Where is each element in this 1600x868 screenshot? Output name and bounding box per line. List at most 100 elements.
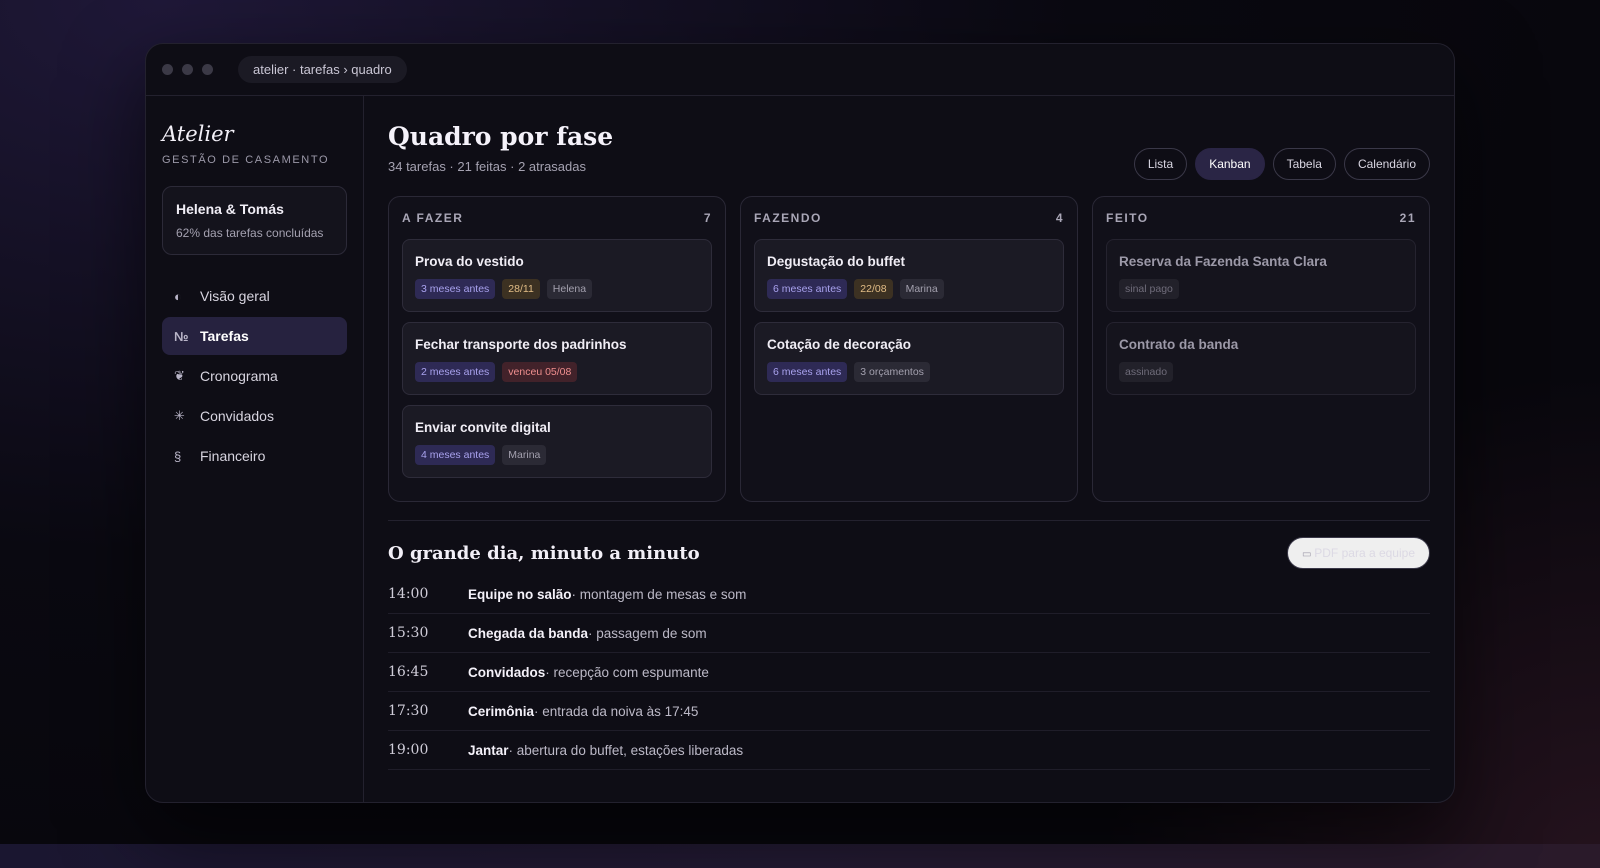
assignee-tag: Helena bbox=[546, 279, 593, 299]
pdf-export-button[interactable]: ▭ PDF para a equipe bbox=[1287, 537, 1430, 569]
task-card[interactable]: Cotação de decoração 6 meses antes 3 orç… bbox=[754, 322, 1064, 395]
column-header: FEITO 21 bbox=[1106, 211, 1416, 225]
sidebar-item-label: Financeiro bbox=[200, 448, 266, 464]
schedule-list: 14:00 Equipe no salão · montagem de mesa… bbox=[388, 575, 1430, 770]
schedule-title: O grande dia, minuto a minuto bbox=[388, 542, 700, 564]
section-divider bbox=[388, 520, 1430, 521]
numero-icon: № bbox=[174, 328, 189, 344]
column-title: FEITO bbox=[1106, 211, 1149, 225]
main-content: Quadro por fase 34 tarefas · 21 feitas ·… bbox=[364, 96, 1454, 802]
event-title: Equipe no salão bbox=[468, 586, 572, 602]
event-description: · abertura do buffet, estações liberadas bbox=[508, 742, 744, 758]
event-title: Cerimônia bbox=[468, 703, 535, 719]
bottom-strip bbox=[0, 844, 1600, 868]
column-count: 7 bbox=[703, 211, 712, 225]
task-card[interactable]: Prova do vestido 3 meses antes 28/11 Hel… bbox=[402, 239, 712, 312]
task-card[interactable]: Degustação do buffet 6 meses antes 22/08… bbox=[754, 239, 1064, 312]
task-card[interactable]: Enviar convite digital 4 meses antes Mar… bbox=[402, 405, 712, 478]
floral-heart-icon: ❦ bbox=[174, 368, 185, 383]
sidebar-item-cronograma[interactable]: ❦ Cronograma bbox=[162, 357, 347, 395]
event-time: 15:30 bbox=[388, 625, 429, 641]
couple-name: Helena & Tomás bbox=[176, 201, 284, 217]
event-description: · passagem de som bbox=[588, 625, 707, 641]
view-switcher: Lista Kanban Tabela Calendário bbox=[1133, 148, 1430, 180]
schedule-row: 15:30 Chegada da banda · passagem de som bbox=[388, 614, 1430, 653]
task-title: Prova do vestido bbox=[415, 254, 524, 269]
sidebar-item-label: Tarefas bbox=[200, 328, 249, 344]
schedule-row: 16:45 Convidados · recepção com espumant… bbox=[388, 653, 1430, 692]
deadline-tag: 4 meses antes bbox=[415, 445, 496, 465]
status-tag: sinal pago bbox=[1119, 279, 1179, 299]
event-time: 17:30 bbox=[388, 703, 429, 719]
half-circle-icon: ◐ bbox=[174, 288, 182, 304]
task-title: Reserva da Fazenda Santa Clara bbox=[1119, 254, 1327, 269]
overdue-tag: venceu 05/08 bbox=[502, 362, 578, 382]
column-count: 4 bbox=[1055, 211, 1064, 225]
event-title: Jantar bbox=[468, 742, 509, 758]
section-sign-icon: § bbox=[174, 448, 182, 464]
column-title: FAZENDO bbox=[754, 211, 822, 225]
sidebar-item-visao-geral[interactable]: ◐ Visão geral bbox=[162, 277, 347, 315]
document-icon: ▭ bbox=[1302, 549, 1315, 560]
task-title: Contrato da banda bbox=[1119, 337, 1239, 352]
task-card[interactable]: Contrato da banda assinado bbox=[1106, 322, 1416, 395]
view-tabela-button[interactable]: Tabela bbox=[1272, 148, 1336, 180]
kanban-board: A FAZER 7 Prova do vestido 3 meses antes… bbox=[388, 196, 1430, 502]
task-title: Degustação do buffet bbox=[767, 254, 906, 269]
column-header: FAZENDO 4 bbox=[754, 211, 1064, 225]
sidebar-item-label: Cronograma bbox=[200, 368, 278, 384]
titlebar: atelier · tarefas › quadro bbox=[146, 44, 1454, 96]
event-time: 19:00 bbox=[388, 742, 429, 758]
window-maximize-dot[interactable] bbox=[202, 64, 213, 75]
column-title: A FAZER bbox=[402, 211, 464, 225]
event-title: Chegada da banda bbox=[468, 625, 589, 641]
info-tag: 3 orçamentos bbox=[854, 362, 930, 382]
sidebar-item-label: Visão geral bbox=[200, 288, 270, 304]
sidebar: Atelier GESTÃO DE CASAMENTO Helena & Tom… bbox=[146, 96, 364, 802]
column-a-fazer: A FAZER 7 Prova do vestido 3 meses antes… bbox=[388, 196, 726, 502]
event-title: Convidados bbox=[468, 664, 546, 680]
schedule-header: O grande dia, minuto a minuto ▭ PDF para… bbox=[388, 537, 1430, 569]
column-fazendo: FAZENDO 4 Degustação do buffet 6 meses a… bbox=[740, 196, 1078, 502]
page-title: Quadro por fase bbox=[388, 122, 614, 151]
view-lista-button[interactable]: Lista bbox=[1133, 148, 1188, 180]
schedule-row: 19:00 Jantar · abertura do buffet, estaç… bbox=[388, 731, 1430, 770]
task-title: Fechar transporte dos padrinhos bbox=[415, 337, 627, 352]
view-kanban-button[interactable]: Kanban bbox=[1195, 148, 1265, 180]
status-tag: assinado bbox=[1119, 362, 1174, 382]
event-time: 16:45 bbox=[388, 664, 429, 680]
couple-progress: 62% das tarefas concluídas bbox=[176, 226, 324, 240]
assignee-tag: Marina bbox=[899, 279, 944, 299]
view-calendario-button[interactable]: Calendário bbox=[1343, 148, 1430, 180]
event-time: 14:00 bbox=[388, 586, 429, 602]
task-title: Cotação de decoração bbox=[767, 337, 912, 352]
deadline-tag: 6 meses antes bbox=[767, 279, 848, 299]
brand-logo: Atelier bbox=[162, 122, 234, 146]
task-card[interactable]: Reserva da Fazenda Santa Clara sinal pag… bbox=[1106, 239, 1416, 312]
column-feito: FEITO 21 Reserva da Fazenda Santa Clara … bbox=[1092, 196, 1430, 502]
sidebar-item-tarefas[interactable]: № Tarefas bbox=[162, 317, 347, 355]
sidebar-item-label: Convidados bbox=[200, 408, 274, 424]
brand-subtitle: GESTÃO DE CASAMENTO bbox=[162, 154, 330, 166]
date-tag: 28/11 bbox=[502, 279, 540, 299]
date-tag: 22/08 bbox=[854, 279, 893, 299]
column-count: 21 bbox=[1399, 211, 1416, 225]
deadline-tag: 2 meses antes bbox=[415, 362, 496, 382]
event-description: · entrada da noiva às 17:45 bbox=[534, 703, 699, 719]
couple-card[interactable]: Helena & Tomás 62% das tarefas concluída… bbox=[162, 186, 347, 255]
sidebar-item-financeiro[interactable]: § Financeiro bbox=[162, 437, 347, 475]
sidebar-item-convidados[interactable]: ✳ Convidados bbox=[162, 397, 347, 435]
asterisk-icon: ✳ bbox=[174, 408, 185, 423]
event-description: · recepção com espumante bbox=[545, 664, 709, 680]
breadcrumb[interactable]: atelier · tarefas › quadro bbox=[238, 56, 407, 83]
window-close-dot[interactable] bbox=[162, 64, 173, 75]
column-header: A FAZER 7 bbox=[402, 211, 712, 225]
schedule-row: 14:00 Equipe no salão · montagem de mesa… bbox=[388, 575, 1430, 614]
deadline-tag: 3 meses antes bbox=[415, 279, 496, 299]
assignee-tag: Marina bbox=[502, 445, 547, 465]
window-minimize-dot[interactable] bbox=[182, 64, 193, 75]
app-window: atelier · tarefas › quadro Atelier GESTÃ… bbox=[145, 43, 1455, 803]
task-card[interactable]: Fechar transporte dos padrinhos 2 meses … bbox=[402, 322, 712, 395]
schedule-row: 17:30 Cerimônia · entrada da noiva às 17… bbox=[388, 692, 1430, 731]
sidebar-nav: ◐ Visão geral № Tarefas ❦ Cronograma ✳ C… bbox=[162, 277, 347, 475]
